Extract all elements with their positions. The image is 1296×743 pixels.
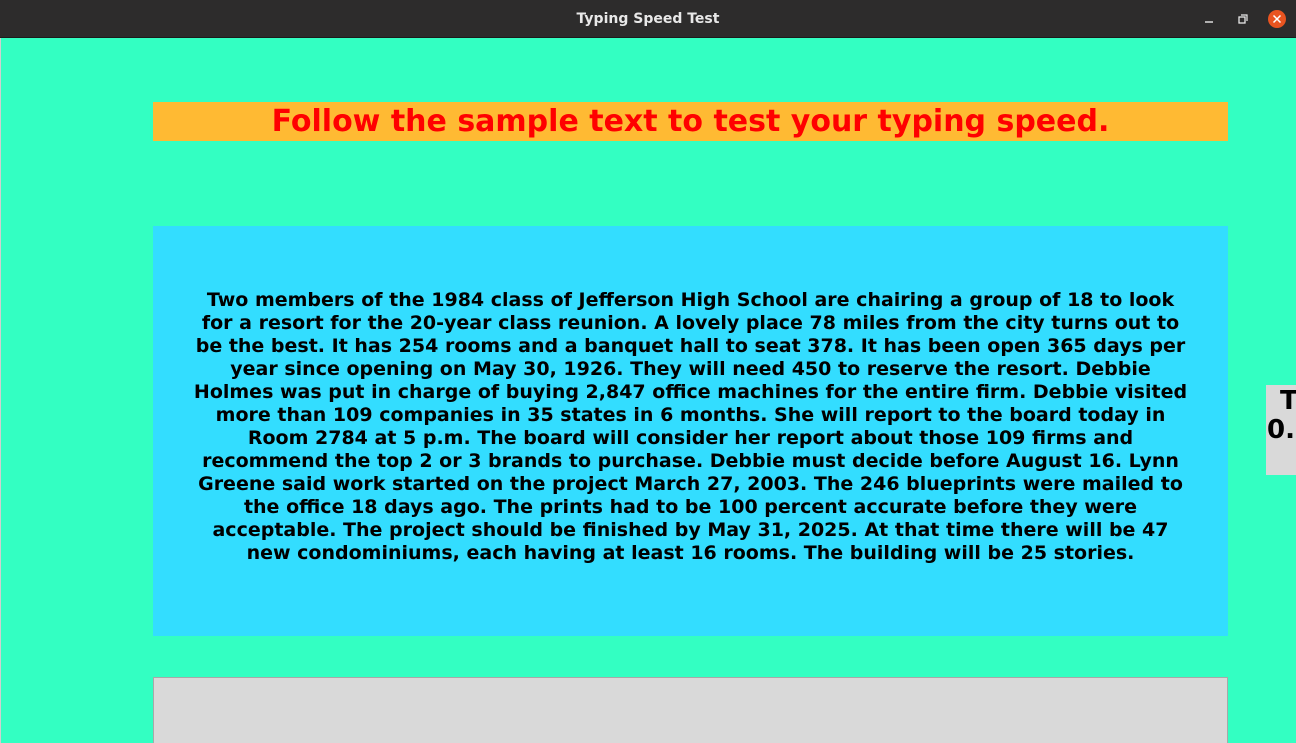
speed-result-label: T [1280,386,1296,416]
close-icon[interactable] [1268,10,1286,28]
speed-result-panel: T 0.0 [1266,385,1296,475]
app-content: Follow the sample text to test your typi… [0,38,1296,743]
sample-text: Two members of the 1984 class of Jeffers… [193,289,1188,564]
app-window: Typing Speed Test Follow the sample text… [0,0,1296,743]
minimize-icon[interactable] [1200,10,1218,28]
instruction-heading: Follow the sample text to test your typi… [153,102,1228,141]
speed-result-value: 0.0 [1267,415,1296,445]
typing-input[interactable] [153,677,1228,743]
title-bar[interactable]: Typing Speed Test [0,0,1296,38]
sample-text-panel: Two members of the 1984 class of Jeffers… [153,226,1228,636]
maximize-icon[interactable] [1233,10,1251,28]
window-title: Typing Speed Test [576,11,720,27]
